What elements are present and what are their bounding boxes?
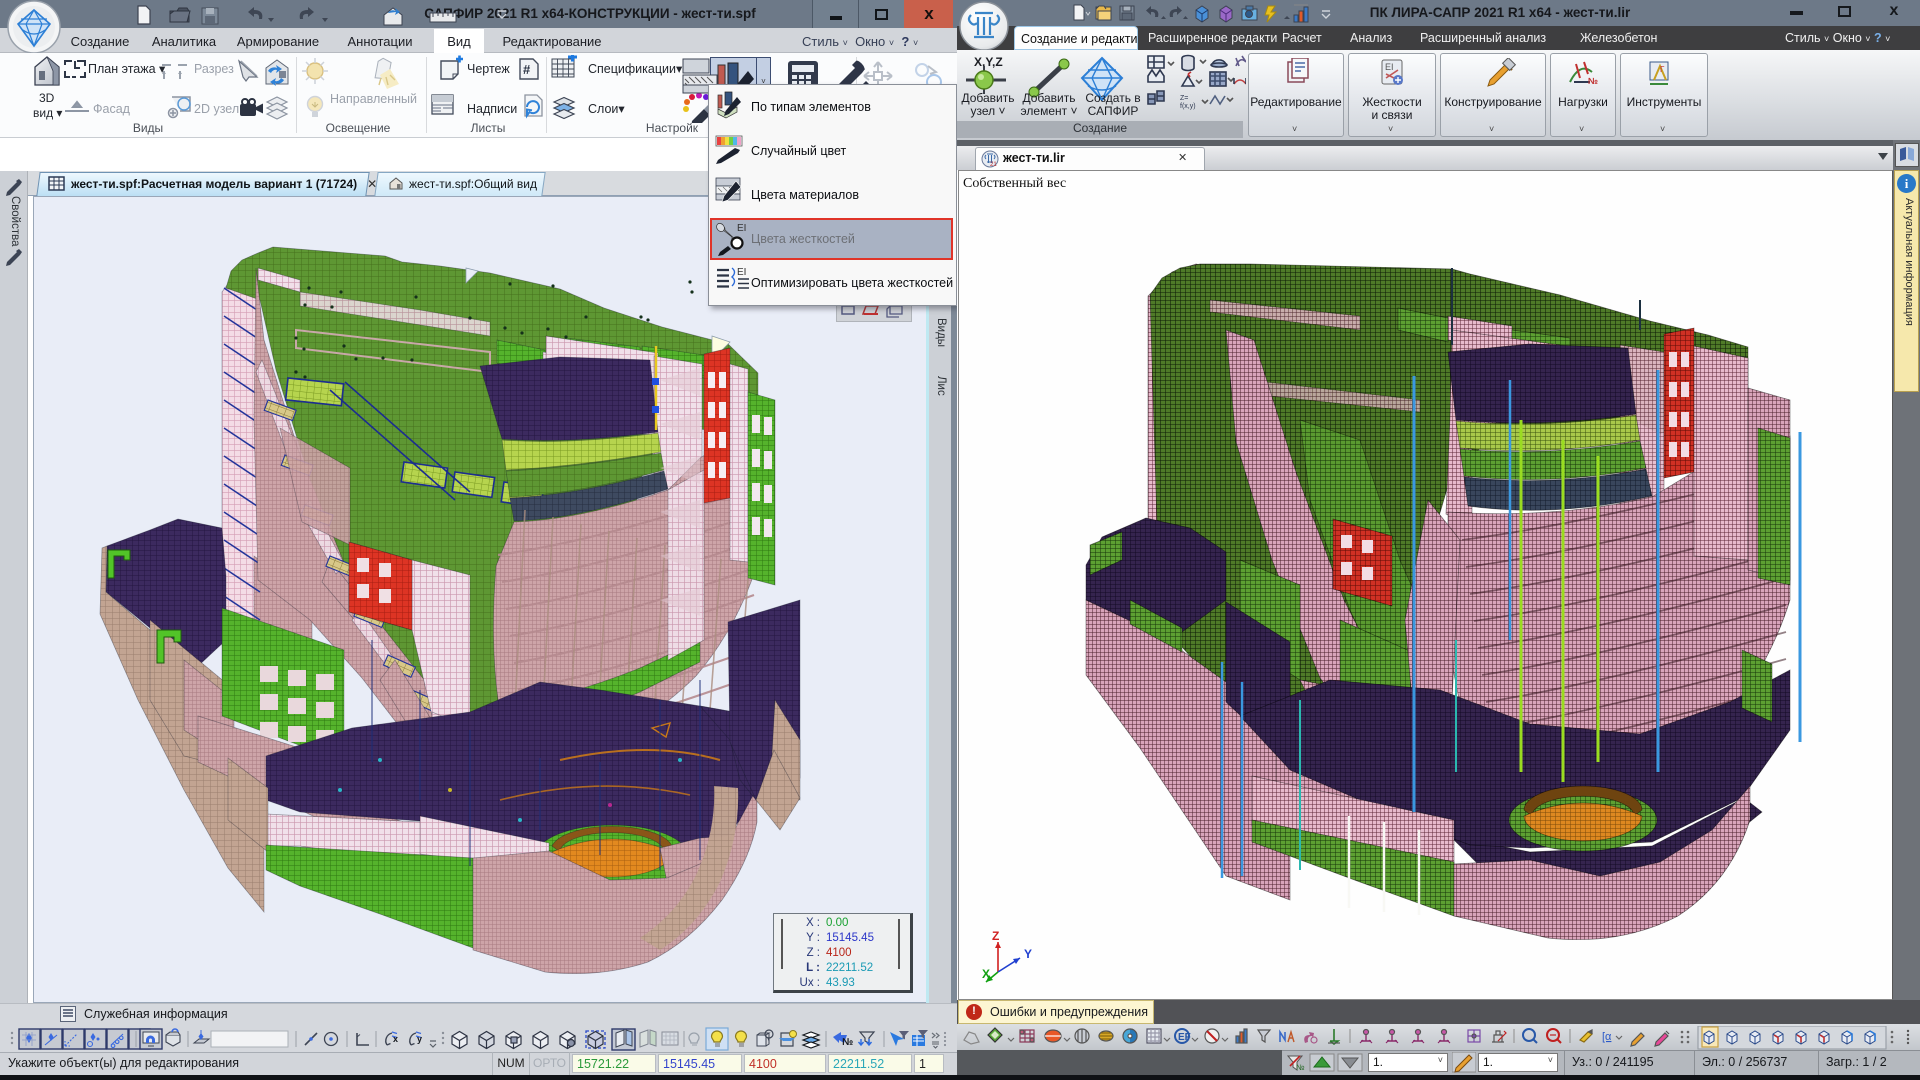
svg-text:Слои▾: Слои▾ (588, 102, 625, 116)
svg-text:EF: EF (1178, 1032, 1191, 1043)
svg-text:EI: EI (737, 267, 746, 278)
svg-text:[α: [α (1602, 1031, 1612, 1043)
svg-text:EI: EI (1385, 62, 1394, 72)
svg-text:EI: EI (737, 223, 746, 234)
svg-text:X,Y,Z: X,Y,Z (974, 55, 1003, 69)
svg-text:3D: 3D (39, 91, 55, 105)
svg-text:вид ▾: вид ▾ (33, 106, 62, 120)
svg-text:№: № (1588, 76, 1598, 86)
svg-text:x: x (393, 1034, 398, 1044)
svg-text:#: # (523, 62, 531, 77)
svg-text:f(x,y): f(x,y) (1180, 103, 1196, 110)
svg-text:Фасад: Фасад (93, 102, 131, 116)
svg-text:№: № (842, 1037, 853, 1048)
svg-text:План этажа ▾: План этажа ▾ (88, 62, 166, 76)
svg-text:21: 21 (990, 162, 997, 168)
svg-text:Чертеж: Чертеж (467, 62, 510, 76)
svg-text:Разрез: Разрез (194, 62, 234, 76)
svg-text:Надписи: Надписи (467, 102, 517, 116)
svg-text:Г: Г (1660, 65, 1665, 74)
svg-text:y: y (417, 1034, 422, 1044)
svg-text:№: № (1296, 1063, 1305, 1072)
svg-text:2D узел: 2D узел (194, 102, 239, 116)
svg-text:Z=: Z= (1180, 95, 1188, 102)
